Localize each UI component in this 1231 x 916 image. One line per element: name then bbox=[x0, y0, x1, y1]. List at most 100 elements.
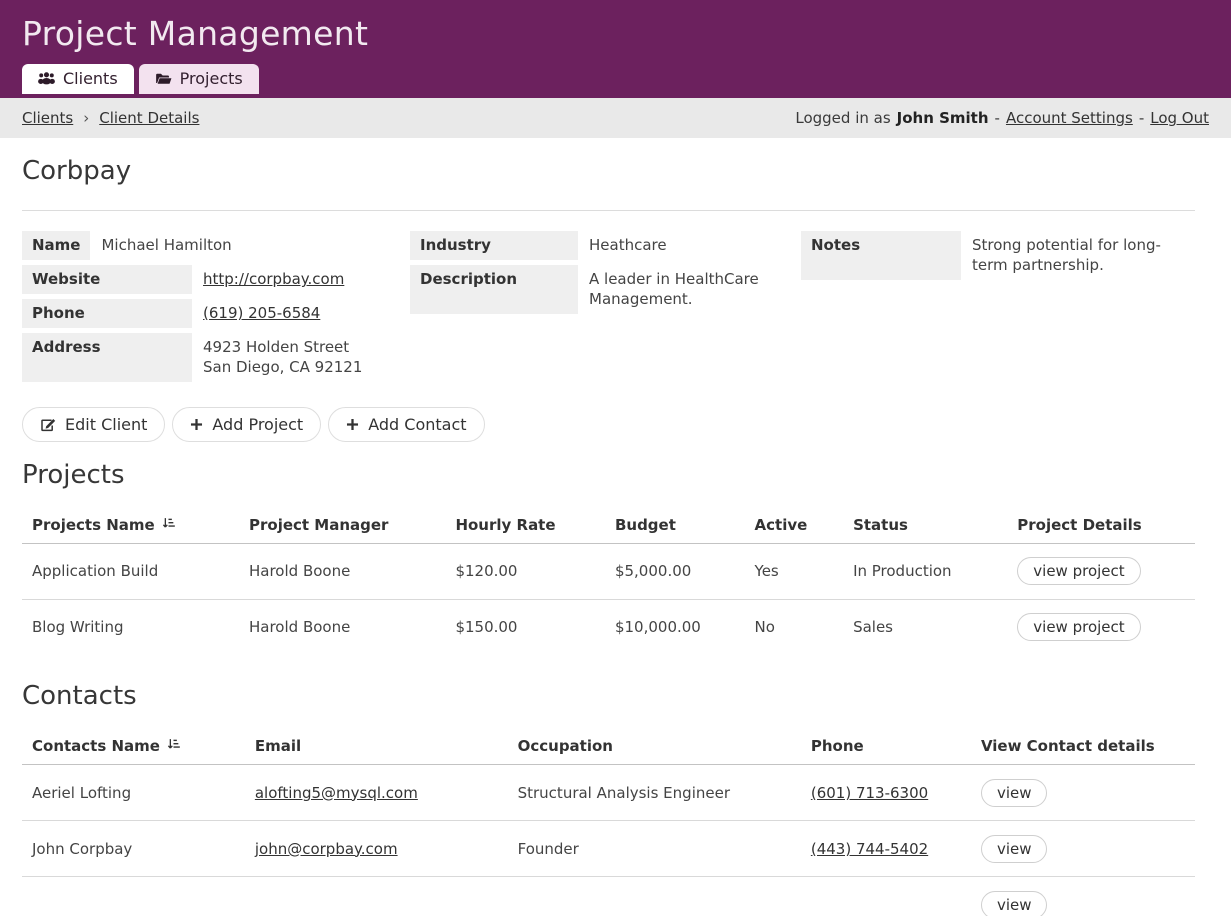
contact-email bbox=[245, 877, 508, 916]
view-contact-button[interactable]: view bbox=[981, 779, 1048, 807]
detail-row-industry: Industry Heathcare bbox=[410, 231, 801, 260]
logged-in-prefix: Logged in as bbox=[795, 109, 890, 127]
account-settings-link[interactable]: Account Settings bbox=[1006, 109, 1133, 127]
breadcrumb-clients-link[interactable]: Clients bbox=[22, 109, 73, 127]
project-hourly-rate: $120.00 bbox=[445, 543, 605, 599]
detail-row-notes: Notes Strong potential for long-term par… bbox=[801, 231, 1195, 280]
projects-col-name[interactable]: Projects Name bbox=[22, 507, 239, 544]
page: Project Management Clients bbox=[0, 0, 1231, 916]
contact-row: John Corpbay john@corpbay.com Founder (4… bbox=[22, 821, 1195, 877]
contact-email-link[interactable]: john@corpbay.com bbox=[255, 840, 398, 858]
tab-clients[interactable]: Clients bbox=[22, 64, 134, 94]
contact-occupation: Structural Analysis Engineer bbox=[508, 765, 801, 821]
contacts-heading: Contacts bbox=[22, 679, 1195, 714]
projects-header-row: Projects Name Project Mana bbox=[22, 507, 1195, 544]
detail-row-description: Description A leader in HealthCare Manag… bbox=[410, 265, 801, 314]
project-active: Yes bbox=[745, 543, 844, 599]
sort-amount-icon bbox=[167, 737, 180, 755]
logged-in-user-name: John Smith bbox=[897, 109, 989, 127]
address-value: 4923 Holden Street San Diego, CA 92121 bbox=[192, 333, 362, 382]
projects-col-status: Status bbox=[843, 507, 1007, 544]
contact-row-partial: view bbox=[22, 877, 1195, 916]
main-content: Corbpay Name Michael Hamilton Website ht… bbox=[0, 154, 1231, 916]
project-manager: Harold Boone bbox=[239, 599, 445, 655]
contact-name bbox=[22, 877, 245, 916]
contact-phone bbox=[801, 877, 971, 916]
breadcrumb: Clients › Client Details bbox=[22, 109, 199, 127]
contact-occupation: Founder bbox=[508, 821, 801, 877]
client-details-column-2: Industry Heathcare Description A leader … bbox=[410, 231, 801, 382]
view-contact-button[interactable]: view bbox=[981, 835, 1048, 863]
name-value: Michael Hamilton bbox=[90, 231, 231, 260]
tab-projects[interactable]: Projects bbox=[139, 64, 259, 94]
contact-phone-link[interactable]: (443) 744-5402 bbox=[811, 840, 928, 858]
divider bbox=[22, 210, 1195, 211]
industry-label: Industry bbox=[410, 231, 578, 260]
add-project-button[interactable]: Add Project bbox=[172, 407, 321, 442]
add-contact-label: Add Contact bbox=[368, 415, 466, 434]
view-contact-button[interactable]: view bbox=[981, 891, 1048, 916]
contacts-col-view-details: View Contact details bbox=[971, 728, 1195, 765]
folder-open-icon bbox=[155, 72, 172, 85]
project-name: Blog Writing bbox=[22, 599, 239, 655]
plus-icon bbox=[346, 418, 359, 431]
add-contact-button[interactable]: Add Contact bbox=[328, 407, 484, 442]
client-actions: Edit Client Add Project Add Contact bbox=[22, 407, 1195, 442]
project-manager: Harold Boone bbox=[239, 543, 445, 599]
edit-client-button[interactable]: Edit Client bbox=[22, 407, 165, 442]
project-budget: $5,000.00 bbox=[605, 543, 745, 599]
contacts-col-phone: Phone bbox=[801, 728, 971, 765]
breadcrumb-client-details-link[interactable]: Client Details bbox=[99, 109, 199, 127]
contacts-header-row: Contacts Name Email bbox=[22, 728, 1195, 765]
chevron-right-icon: › bbox=[83, 109, 89, 127]
projects-col-active: Active bbox=[745, 507, 844, 544]
contact-occupation bbox=[508, 877, 801, 916]
contact-email-link[interactable]: alofting5@mysql.com bbox=[255, 784, 418, 802]
contacts-col-occupation: Occupation bbox=[508, 728, 801, 765]
projects-col-hourly-rate: Hourly Rate bbox=[445, 507, 605, 544]
log-out-link[interactable]: Log Out bbox=[1150, 109, 1209, 127]
contacts-name-header-label: Contacts Name bbox=[32, 737, 160, 755]
address-line-2: San Diego, CA 92121 bbox=[203, 357, 362, 377]
client-name-heading: Corbpay bbox=[22, 154, 1195, 189]
sort-amount-icon bbox=[162, 516, 175, 534]
contact-row: Aeriel Lofting alofting5@mysql.com Struc… bbox=[22, 765, 1195, 821]
projects-col-manager: Project Manager bbox=[239, 507, 445, 544]
view-project-button[interactable]: view project bbox=[1017, 557, 1140, 585]
project-status: In Production bbox=[843, 543, 1007, 599]
website-label: Website bbox=[22, 265, 192, 294]
contacts-table: Contacts Name Email bbox=[22, 728, 1195, 916]
topbar: Clients › Client Details Logged in as Jo… bbox=[0, 98, 1231, 138]
industry-value: Heathcare bbox=[578, 231, 667, 260]
website-link[interactable]: http://corpbay.com bbox=[203, 270, 344, 288]
address-label: Address bbox=[22, 333, 192, 382]
main-tabs: Clients Projects bbox=[22, 64, 1209, 94]
detail-row-phone: Phone (619) 205-6584 bbox=[22, 299, 410, 328]
project-status: Sales bbox=[843, 599, 1007, 655]
contact-phone-link[interactable]: (601) 713-6300 bbox=[811, 784, 928, 802]
detail-row-name: Name Michael Hamilton bbox=[22, 231, 410, 260]
project-hourly-rate: $150.00 bbox=[445, 599, 605, 655]
page-title: Project Management bbox=[22, 13, 1209, 56]
projects-heading: Projects bbox=[22, 458, 1195, 493]
project-row: Application Build Harold Boone $120.00 $… bbox=[22, 543, 1195, 599]
notes-value: Strong potential for long-term partnersh… bbox=[961, 231, 1191, 280]
projects-name-header-label: Projects Name bbox=[32, 516, 155, 534]
contacts-col-name[interactable]: Contacts Name bbox=[22, 728, 245, 765]
projects-table: Projects Name Project Mana bbox=[22, 507, 1195, 656]
notes-label: Notes bbox=[801, 231, 961, 280]
detail-row-address: Address 4923 Holden Street San Diego, CA… bbox=[22, 333, 410, 382]
phone-link[interactable]: (619) 205-6584 bbox=[203, 304, 320, 322]
client-details-column-3: Notes Strong potential for long-term par… bbox=[801, 231, 1195, 382]
project-budget: $10,000.00 bbox=[605, 599, 745, 655]
project-active: No bbox=[745, 599, 844, 655]
users-icon bbox=[38, 71, 55, 85]
edit-pencil-icon bbox=[40, 417, 56, 432]
plus-icon bbox=[190, 418, 203, 431]
login-status: Logged in as John Smith - Account Settin… bbox=[795, 109, 1209, 127]
projects-col-budget: Budget bbox=[605, 507, 745, 544]
edit-client-label: Edit Client bbox=[65, 415, 147, 434]
app-header: Project Management Clients bbox=[0, 0, 1231, 98]
view-project-button[interactable]: view project bbox=[1017, 613, 1140, 641]
detail-row-website: Website http://corpbay.com bbox=[22, 265, 410, 294]
